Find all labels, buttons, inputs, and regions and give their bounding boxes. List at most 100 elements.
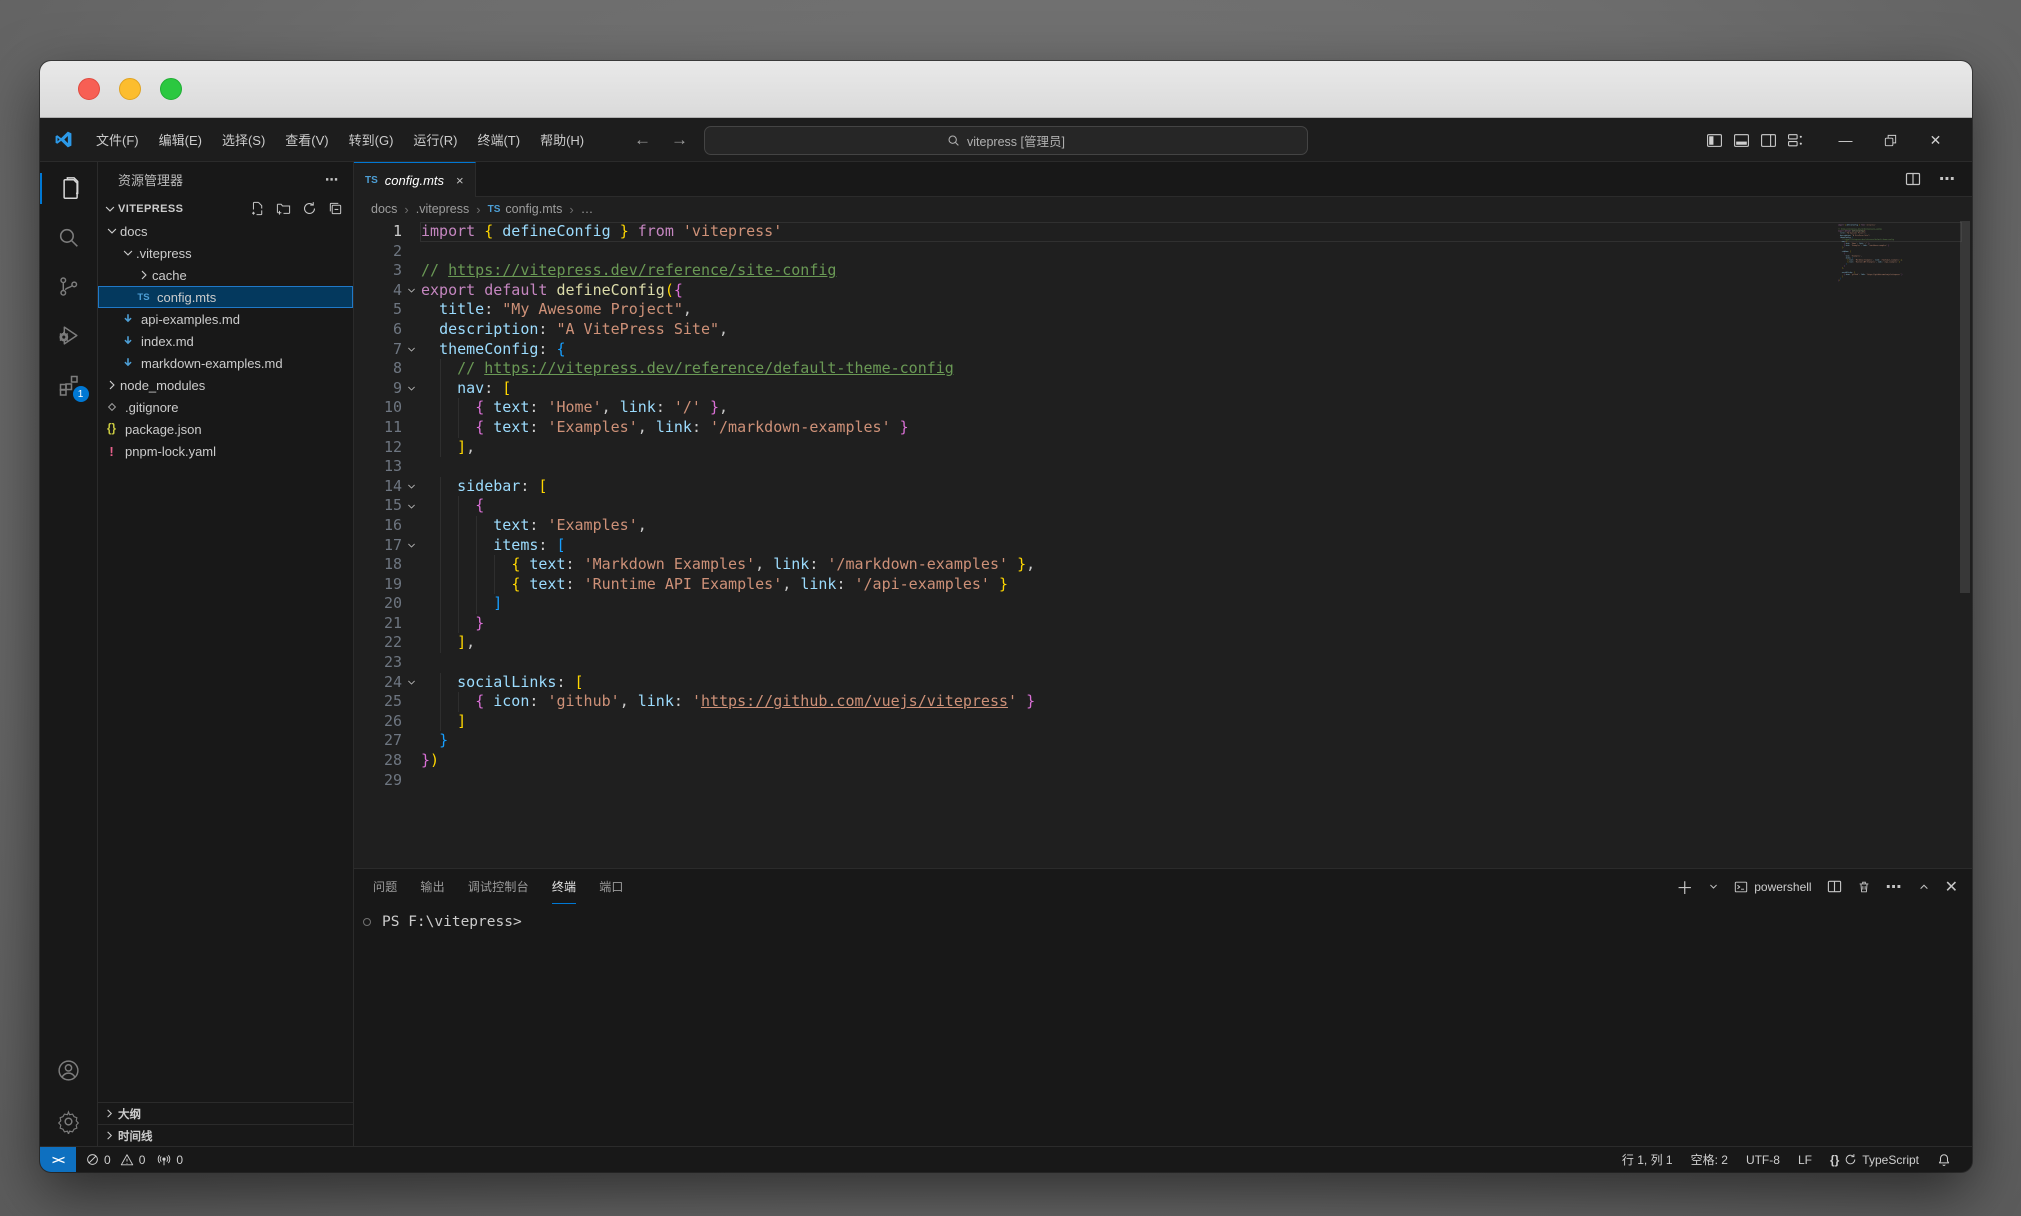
line-number[interactable]: 10	[354, 398, 402, 418]
tree-item-config.mts[interactable]: TSconfig.mts	[98, 286, 353, 308]
breadcrumb-item[interactable]: TSconfig.mts	[488, 202, 563, 216]
line-number[interactable]: 21	[354, 614, 402, 634]
line-number[interactable]: 24	[354, 673, 402, 693]
code-line[interactable]: 2	[354, 242, 1972, 262]
remote-indicator[interactable]: ><	[40, 1147, 76, 1172]
fold-chevron-icon[interactable]	[402, 340, 421, 360]
breadcrumb-item[interactable]: docs	[371, 202, 397, 216]
code-line[interactable]: 24 socialLinks: [	[354, 673, 1972, 693]
notifications-bell-icon[interactable]	[1928, 1153, 1960, 1167]
tree-item-package.json[interactable]: {}package.json	[98, 418, 353, 440]
timeline-section[interactable]: 时间线	[98, 1124, 353, 1146]
toggle-primary-sidebar-icon[interactable]	[1701, 127, 1728, 154]
panel-tab-输出[interactable]: 输出	[420, 869, 444, 904]
close-panel-icon[interactable]: ✕	[1945, 877, 1958, 897]
new-folder-icon[interactable]	[276, 201, 291, 216]
tree-item-.vitepress[interactable]: .vitepress	[98, 242, 353, 264]
line-number[interactable]: 14	[354, 477, 402, 497]
tree-item-markdown-examples.md[interactable]: markdown-examples.md	[98, 352, 353, 374]
tree-item-.gitignore[interactable]: .gitignore	[98, 396, 353, 418]
code-line[interactable]: 25 { icon: 'github', link: 'https://gith…	[354, 692, 1972, 712]
eol-status[interactable]: LF	[1789, 1153, 1821, 1167]
editor-scrollbar[interactable]	[1958, 221, 1972, 868]
tree-item-api-examples.md[interactable]: api-examples.md	[98, 308, 353, 330]
code-line[interactable]: 23	[354, 653, 1972, 673]
line-number[interactable]: 11	[354, 418, 402, 438]
code-line[interactable]: 28})	[354, 751, 1972, 771]
tree-item-index.md[interactable]: index.md	[98, 330, 353, 352]
code-line[interactable]: 7 themeConfig: {	[354, 340, 1972, 360]
code-line[interactable]: 3// https://vitepress.dev/reference/site…	[354, 261, 1972, 281]
code-line[interactable]: 14 sidebar: [	[354, 477, 1972, 497]
breadcrumb-item[interactable]: .vitepress	[416, 202, 470, 216]
panel-tab-终端[interactable]: 终端	[552, 869, 576, 904]
code-line[interactable]: 1import { defineConfig } from 'vitepress…	[354, 222, 1972, 242]
maximize-panel-icon[interactable]	[1918, 881, 1930, 893]
kill-terminal-icon[interactable]	[1857, 880, 1871, 894]
fold-chevron-icon[interactable]	[402, 496, 421, 516]
code-line[interactable]: 15 {	[354, 496, 1972, 516]
settings-gear-icon[interactable]	[40, 1097, 98, 1146]
search-icon[interactable]	[40, 213, 98, 262]
nav-forward-icon[interactable]: →	[671, 130, 688, 150]
code-line[interactable]: 19 { text: 'Runtime API Examples', link:…	[354, 575, 1972, 595]
menu-item[interactable]: 帮助(H)	[530, 125, 594, 154]
run-and-debug-icon[interactable]	[40, 311, 98, 360]
menu-item[interactable]: 转到(G)	[339, 125, 404, 154]
code-line[interactable]: 10 { text: 'Home', link: '/' },	[354, 398, 1972, 418]
toggle-secondary-sidebar-icon[interactable]	[1755, 127, 1782, 154]
menu-item[interactable]: 编辑(E)	[149, 125, 212, 154]
code-line[interactable]: 4export default defineConfig({	[354, 281, 1972, 301]
line-number[interactable]: 1	[354, 222, 402, 242]
extensions-icon[interactable]: 1	[40, 360, 98, 409]
code-line[interactable]: 20 ]	[354, 594, 1972, 614]
tree-item-cache[interactable]: cache	[98, 264, 353, 286]
explorer-more-icon[interactable]: ⋯	[325, 172, 339, 188]
code-line[interactable]: 9 nav: [	[354, 379, 1972, 399]
indentation-status[interactable]: 空格: 2	[1682, 1151, 1737, 1168]
line-number[interactable]: 25	[354, 692, 402, 712]
source-control-icon[interactable]	[40, 262, 98, 311]
code-line[interactable]: 17 items: [	[354, 536, 1972, 556]
encoding-status[interactable]: UTF-8	[1737, 1153, 1789, 1167]
line-number[interactable]: 2	[354, 242, 402, 262]
command-decoration-icon[interactable]	[363, 918, 371, 926]
close-icon[interactable]: ✕	[1913, 118, 1958, 162]
code-line[interactable]: 16 text: 'Examples',	[354, 516, 1972, 536]
line-number[interactable]: 7	[354, 340, 402, 360]
menu-item[interactable]: 查看(V)	[275, 125, 338, 154]
code-line[interactable]: 5 title: "My Awesome Project",	[354, 300, 1972, 320]
ports-status[interactable]: 0	[151, 1153, 189, 1167]
outline-section[interactable]: 大纲	[98, 1102, 353, 1124]
cursor-position[interactable]: 行 1, 列 1	[1613, 1151, 1682, 1168]
code-line[interactable]: 21 }	[354, 614, 1972, 634]
code-line[interactable]: 8 // https://vitepress.dev/reference/def…	[354, 359, 1972, 379]
code-line[interactable]: 29	[354, 771, 1972, 791]
breadcrumb-item[interactable]: …	[581, 202, 594, 216]
minimize-icon[interactable]: —	[1823, 118, 1868, 162]
new-file-icon[interactable]	[250, 201, 265, 216]
customize-layout-icon[interactable]	[1782, 127, 1809, 154]
tab-close-icon[interactable]: ×	[456, 173, 464, 188]
line-number[interactable]: 6	[354, 320, 402, 340]
line-number[interactable]: 17	[354, 536, 402, 556]
refresh-icon[interactable]	[302, 201, 317, 216]
menu-item[interactable]: 运行(R)	[403, 125, 467, 154]
line-number[interactable]: 9	[354, 379, 402, 399]
fold-chevron-icon[interactable]	[402, 536, 421, 556]
explorer-icon[interactable]	[40, 164, 98, 213]
line-number[interactable]: 4	[354, 281, 402, 301]
panel-tab-端口[interactable]: 端口	[599, 869, 623, 904]
workspace-section-header[interactable]: VITEPRESS	[98, 197, 353, 220]
mac-minimize-button[interactable]	[119, 78, 141, 100]
panel-tab-问题[interactable]: 问题	[373, 869, 397, 904]
scrollbar-thumb[interactable]	[1960, 221, 1970, 593]
restore-icon[interactable]	[1868, 118, 1913, 162]
tab-config-mts[interactable]: TS config.mts ×	[354, 162, 476, 197]
fold-chevron-icon[interactable]	[402, 281, 421, 301]
tree-item-pnpm-lock.yaml[interactable]: !pnpm-lock.yaml	[98, 440, 353, 462]
line-number[interactable]: 19	[354, 575, 402, 595]
code-line[interactable]: 12 ],	[354, 438, 1972, 458]
tree-item-docs[interactable]: docs	[98, 220, 353, 242]
line-number[interactable]: 26	[354, 712, 402, 732]
